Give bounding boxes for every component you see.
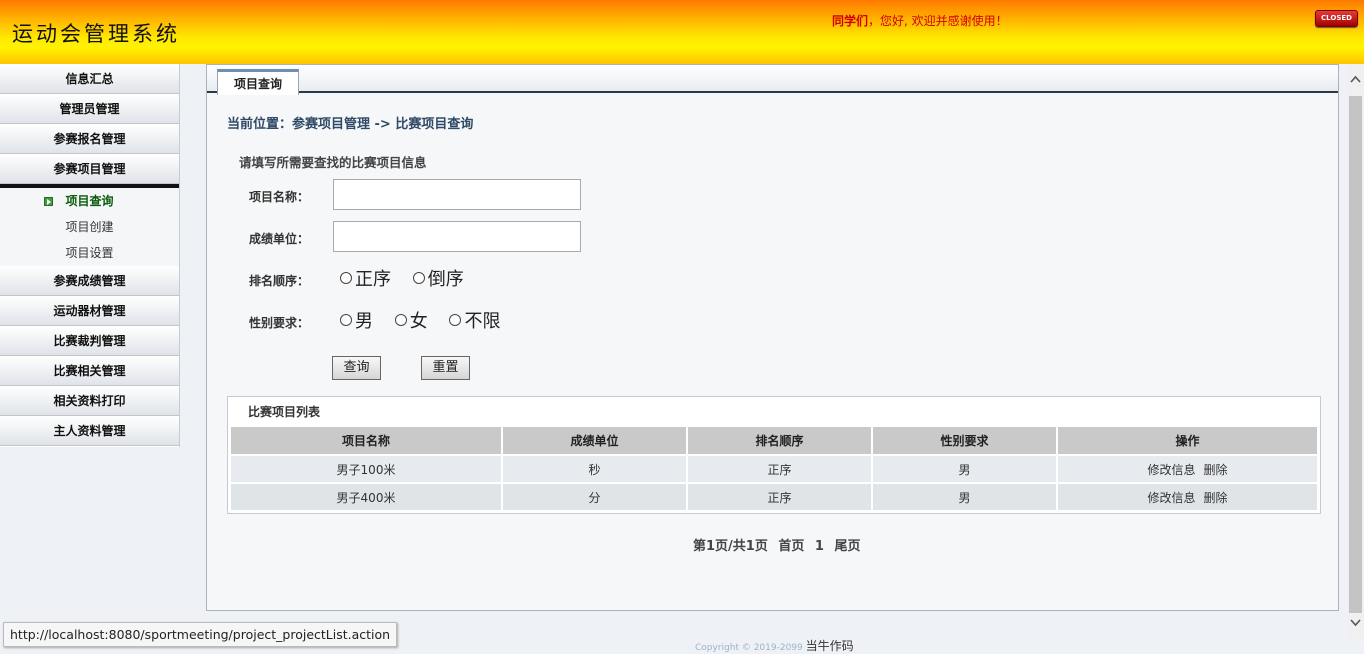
sidebar-item-info-summary[interactable]: 信息汇总	[0, 64, 179, 94]
last-page-link[interactable]: 尾页	[835, 539, 861, 554]
column-header-gender: 性别要求	[873, 427, 1056, 454]
score-unit-input[interactable]	[333, 221, 581, 252]
breadcrumb: 当前位置：参赛项目管理 -> 比赛项目查询	[227, 117, 474, 132]
copyright-text: Copyright © 2019-2099	[695, 643, 803, 653]
sidebar-item-print-materials[interactable]: 相关资料打印	[0, 386, 179, 416]
column-header-order: 排名顺序	[688, 427, 871, 454]
header-banner: 运动会管理系统 同学们，您好, 欢迎并感谢使用！ CLOSED	[0, 0, 1364, 64]
project-list-title: 比赛项目列表	[248, 405, 321, 419]
search-button[interactable]: 查询	[332, 356, 381, 380]
cell-rank-order: 正序	[688, 484, 871, 510]
table-row: 男子100米 秒 正序 男 修改信息 删除	[231, 456, 1317, 482]
scrollbar-thumb[interactable]	[1349, 96, 1362, 613]
column-header-name: 项目名称	[231, 427, 501, 454]
arrow-right-icon	[44, 197, 53, 206]
radio-unchecked-icon[interactable]	[340, 272, 352, 284]
radio-unchecked-icon[interactable]	[412, 272, 425, 284]
delete-link[interactable]: 删除	[1204, 463, 1228, 477]
first-page-link[interactable]: 首页	[778, 539, 804, 554]
column-header-actions: 操作	[1058, 427, 1317, 454]
gender-any-label: 不限	[464, 311, 501, 332]
chevron-down-icon[interactable]	[1347, 616, 1364, 636]
sidebar-item-project-management[interactable]: 参赛项目管理	[0, 154, 179, 184]
closed-button[interactable]: CLOSED	[1315, 10, 1358, 27]
rank-order-ascending-option[interactable]: 正序	[340, 265, 391, 291]
edit-link[interactable]: 修改信息	[1147, 491, 1195, 505]
reset-button[interactable]: 重置	[421, 356, 470, 380]
form-title: 请填写所需要查找的比赛项目信息	[239, 155, 427, 170]
sidebar-item-score-management[interactable]: 参赛成绩管理	[0, 266, 179, 296]
sidebar-subitem-project-create[interactable]: 项目创建	[0, 214, 179, 240]
gender-male-label: 男	[355, 311, 373, 332]
gender-requirement-label: 性别要求：	[249, 316, 310, 330]
sidebar-subitem-project-query[interactable]: 项目查询	[0, 188, 179, 214]
sidebar-subitem-project-settings[interactable]: 项目设置	[0, 240, 179, 266]
project-name-input[interactable]	[333, 179, 581, 210]
sidebar-item-registration-management[interactable]: 参赛报名管理	[0, 124, 179, 154]
welcome-message: 同学们，您好, 欢迎并感谢使用！	[832, 12, 1008, 29]
sidebar-item-equipment-management[interactable]: 运动器材管理	[0, 296, 179, 326]
welcome-text: ，您好, 欢迎并感谢使用！	[868, 14, 1008, 28]
chevron-up-icon[interactable]	[1347, 74, 1364, 94]
rank-order-descending-option[interactable]: 倒序	[412, 265, 464, 291]
delete-link[interactable]: 删除	[1204, 491, 1228, 505]
vertical-scrollbar[interactable]	[1347, 64, 1364, 640]
gender-male-option[interactable]: 男	[340, 307, 373, 333]
page-number-link[interactable]: 1	[815, 539, 824, 554]
footer: Copyright © 2019-2099 当牛作码	[695, 637, 854, 654]
edit-link[interactable]: 修改信息	[1147, 463, 1195, 477]
sidebar-item-admin-management[interactable]: 管理员管理	[0, 94, 179, 124]
cell-actions: 修改信息 删除	[1058, 484, 1317, 510]
sidebar: 信息汇总 管理员管理 参赛报名管理 参赛项目管理 项目查询 项目创建 项目设置 …	[0, 64, 180, 447]
sidebar-subitem-label: 项目查询	[65, 194, 114, 208]
project-name-label: 项目名称：	[249, 190, 310, 204]
radio-unchecked-icon[interactable]	[394, 314, 407, 326]
gender-female-label: 女	[409, 311, 428, 332]
sidebar-item-owner-profile[interactable]: 主人资料管理	[0, 416, 179, 446]
project-list-box: 比赛项目列表 项目名称 成绩单位 排名顺序 性别要求 操作 男子100米 秒 正…	[227, 396, 1321, 514]
cell-score-unit: 秒	[503, 456, 686, 482]
radio-unchecked-icon[interactable]	[449, 314, 462, 326]
rank-order-ascending-label: 正序	[355, 269, 391, 290]
project-list-table: 项目名称 成绩单位 排名顺序 性别要求 操作 男子100米 秒 正序 男 修改信…	[229, 425, 1319, 512]
cell-project-name: 男子100米	[231, 456, 501, 482]
table-row: 男子400米 分 正序 男 修改信息 删除	[231, 484, 1317, 510]
score-unit-label: 成绩单位：	[249, 232, 310, 246]
browser-status-url: http://localhost:8080/sportmeeting/proje…	[3, 622, 398, 647]
column-header-unit: 成绩单位	[503, 427, 686, 454]
tab-bar: 项目查询	[207, 65, 1338, 95]
sidebar-item-related-management[interactable]: 比赛相关管理	[0, 356, 179, 386]
tab-project-query[interactable]: 项目查询	[217, 69, 299, 95]
rank-order-label: 排名顺序：	[249, 274, 310, 288]
gender-female-option[interactable]: 女	[394, 307, 428, 333]
gender-any-option[interactable]: 不限	[449, 307, 500, 333]
table-header-row: 项目名称 成绩单位 排名顺序 性别要求 操作	[231, 427, 1317, 454]
sidebar-item-referee-management[interactable]: 比赛裁判管理	[0, 326, 179, 356]
main-panel: 项目查询 当前位置：参赛项目管理 -> 比赛项目查询 请填写所需要查找的比赛项目…	[206, 64, 1339, 611]
cell-score-unit: 分	[503, 484, 686, 510]
welcome-name: 同学们	[832, 14, 869, 28]
app-title: 运动会管理系统	[12, 22, 180, 46]
rank-order-radio-group: 正序 倒序	[340, 265, 480, 291]
radio-unchecked-icon[interactable]	[340, 314, 352, 326]
rank-order-descending-label: 倒序	[427, 269, 464, 290]
cell-rank-order: 正序	[688, 456, 871, 482]
page-info: 第1页/共1页	[693, 539, 768, 554]
cell-project-name: 男子400米	[231, 484, 501, 510]
cell-actions: 修改信息 删除	[1058, 456, 1317, 482]
cell-gender: 男	[873, 456, 1056, 482]
pagination: 第1页/共1页 首页 1 尾页	[693, 535, 867, 554]
cell-gender: 男	[873, 484, 1056, 510]
gender-radio-group: 男 女 不限	[340, 307, 516, 333]
